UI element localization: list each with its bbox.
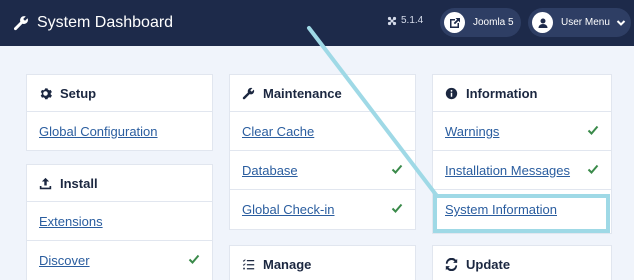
- check-icon: [587, 164, 599, 174]
- list-check-icon: [242, 258, 255, 269]
- top-header: System Dashboard 5.1.4 Joomla 5 User Men…: [0, 0, 634, 46]
- list-item: Global Check-in: [230, 190, 415, 229]
- wrench-icon: [13, 16, 28, 31]
- check-icon: [391, 203, 403, 213]
- setup-card: Setup Global Configuration: [26, 74, 213, 151]
- refresh-icon: [445, 257, 458, 271]
- upload-icon: [39, 177, 52, 189]
- chevron-down-icon: [616, 19, 626, 26]
- info-icon: [445, 87, 458, 99]
- global-configuration-link[interactable]: Global Configuration: [39, 124, 158, 139]
- page-title: System Dashboard: [37, 14, 174, 31]
- check-icon: [391, 164, 403, 174]
- external-link-icon: [449, 17, 460, 28]
- user-menu-label: User Menu: [561, 17, 610, 28]
- joomla-icon: [387, 16, 397, 25]
- install-card: Install Extensions Discover: [26, 164, 213, 280]
- wrench-icon: [242, 87, 255, 99]
- information-card: Information Warnings Installation Messag…: [432, 74, 612, 234]
- maintenance-card: Maintenance Clear Cache Database Global …: [229, 74, 416, 230]
- system-information-link[interactable]: System Information: [445, 202, 557, 217]
- header-brand: System Dashboard: [13, 14, 173, 32]
- list-item: Global Configuration: [27, 112, 212, 151]
- extensions-link[interactable]: Extensions: [39, 214, 103, 229]
- installation-messages-link[interactable]: Installation Messages: [445, 163, 570, 178]
- list-item: Clear Cache: [230, 112, 415, 151]
- check-icon: [188, 254, 200, 264]
- database-link[interactable]: Database: [242, 163, 298, 178]
- user-menu-button[interactable]: User Menu: [528, 8, 631, 37]
- list-item: System Information: [433, 190, 611, 229]
- update-card: Update: [432, 245, 612, 280]
- list-item: Database: [230, 151, 415, 190]
- card-title: Update: [466, 256, 511, 272]
- version-label: 5.1.4: [387, 15, 423, 26]
- gear-icon: [40, 87, 52, 99]
- card-title: Manage: [263, 256, 312, 272]
- joomla-site-label: Joomla 5: [473, 17, 514, 28]
- list-item: Discover: [27, 241, 212, 280]
- check-icon: [587, 125, 599, 135]
- clear-cache-link[interactable]: Clear Cache: [242, 124, 314, 139]
- card-title: Setup: [60, 85, 97, 101]
- list-item: Extensions: [27, 202, 212, 241]
- global-check-in-link[interactable]: Global Check-in: [242, 202, 335, 217]
- card-title: Install: [60, 175, 98, 191]
- manage-card: Manage: [229, 245, 416, 280]
- discover-link[interactable]: Discover: [39, 253, 90, 268]
- warnings-link[interactable]: Warnings: [445, 124, 499, 139]
- user-icon: [538, 18, 547, 28]
- list-item: Warnings: [433, 112, 611, 151]
- list-item: Installation Messages: [433, 151, 611, 190]
- card-title: Maintenance: [263, 85, 342, 101]
- card-title: Information: [466, 85, 538, 101]
- joomla-site-button[interactable]: Joomla 5: [440, 8, 521, 37]
